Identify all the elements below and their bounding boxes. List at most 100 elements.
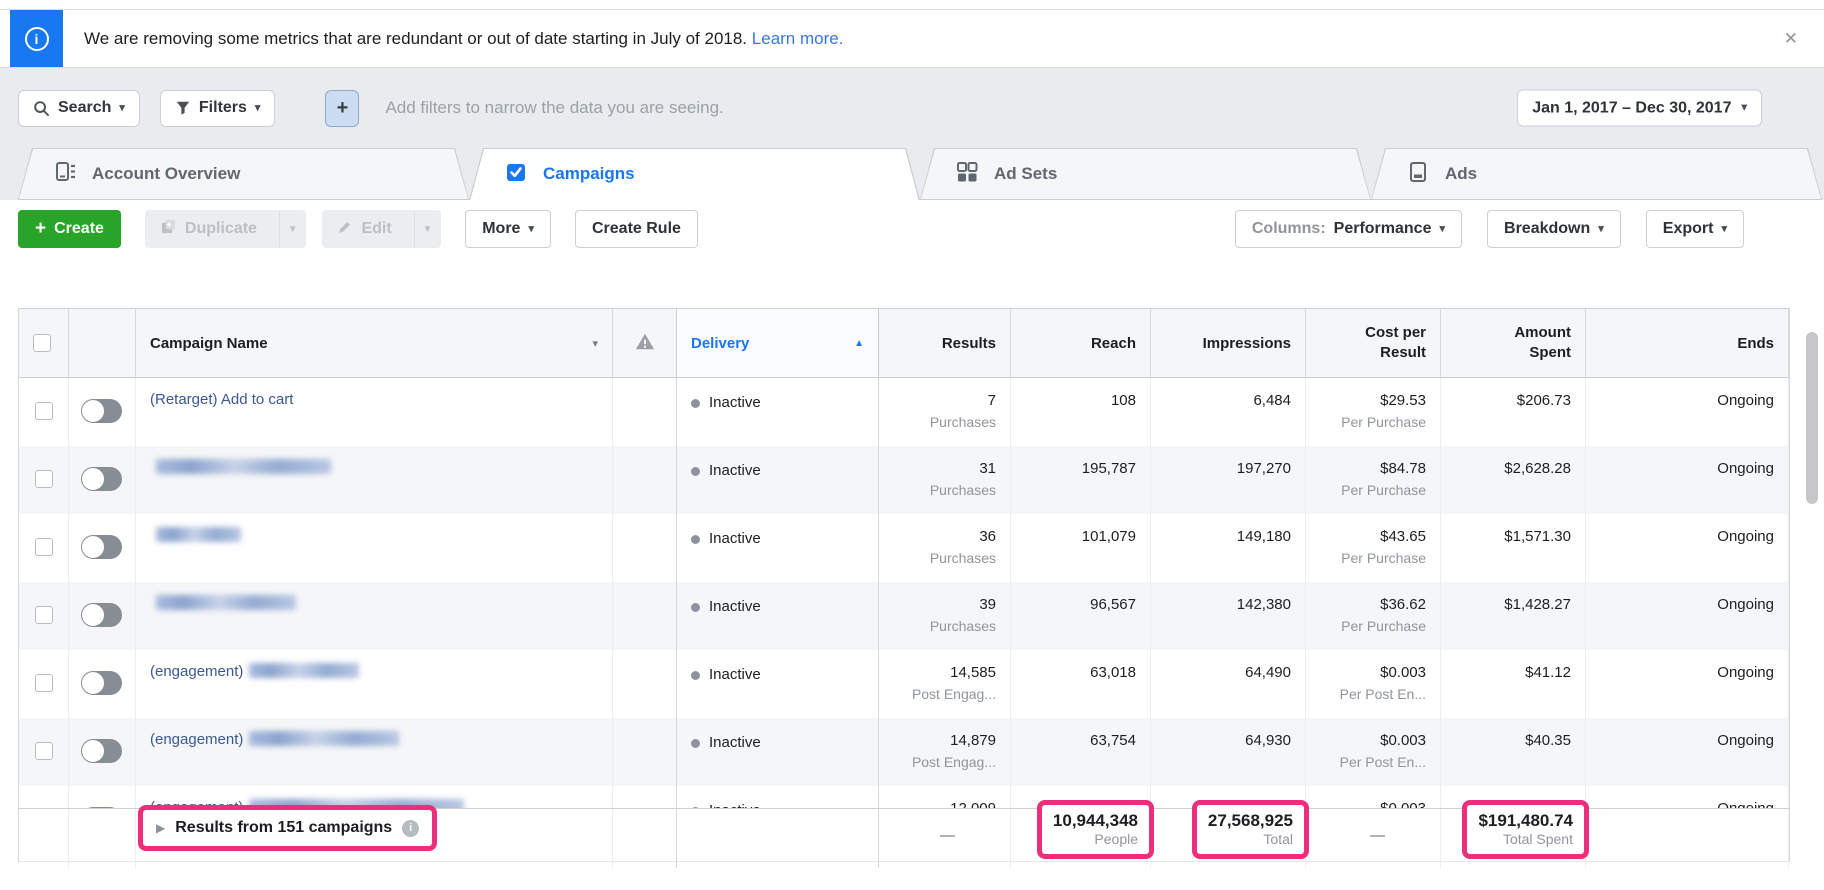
- filters-button[interactable]: Filters ▾: [160, 90, 276, 127]
- row-warn-cell: [613, 378, 677, 446]
- edit-button[interactable]: Edit ▾: [322, 210, 441, 248]
- summary-spent-highlight: $191,480.74 Total Spent: [1462, 800, 1589, 859]
- campaign-name-link[interactable]: (Retarget) Add to cart: [150, 391, 293, 408]
- impressions-cell: 149,180: [1151, 514, 1306, 582]
- campaign-name-link[interactable]: (engagement): [150, 731, 399, 748]
- campaign-toggle[interactable]: [81, 467, 122, 491]
- row-check-cell: [19, 378, 69, 446]
- sort-ascending-icon: ▲: [854, 338, 864, 349]
- add-filter-button[interactable]: +: [325, 90, 359, 127]
- columns-value: Performance: [1334, 220, 1432, 238]
- summary-label-cell: ▶ Results from 151 campaigns i: [136, 809, 613, 868]
- expand-arrow-icon[interactable]: ▶: [156, 821, 165, 835]
- tab-label: Campaigns: [543, 164, 635, 184]
- cost-per-result-cell: $36.62Per Purchase: [1306, 582, 1441, 650]
- columns-button[interactable]: Columns: Performance ▾: [1235, 210, 1462, 248]
- learn-more-link[interactable]: Learn more.: [752, 29, 844, 48]
- column-header-campaign-name[interactable]: Campaign Name ▾: [136, 309, 613, 377]
- status-dot-icon: [691, 671, 700, 680]
- column-header-results[interactable]: Results: [879, 309, 1011, 377]
- tab-ad-sets[interactable]: Ad Sets: [920, 148, 1371, 200]
- create-label: Create: [54, 220, 104, 238]
- cost-per-result-cell: $0.003Per Post En...: [1306, 718, 1441, 786]
- info-icon: i: [25, 27, 49, 51]
- summary-delivery-cell: [676, 809, 879, 868]
- column-header-reach[interactable]: Reach: [1011, 309, 1151, 377]
- row-checkbox[interactable]: [35, 538, 53, 556]
- close-icon[interactable]: ✕: [1784, 29, 1798, 49]
- delivery-cell: Inactive: [676, 514, 879, 582]
- plus-icon: +: [35, 218, 46, 240]
- reach-cell: 108: [1011, 378, 1151, 446]
- column-header-amount-spent[interactable]: Amount Spent: [1441, 309, 1586, 377]
- more-button[interactable]: More ▾: [465, 210, 551, 248]
- amount-spent-cell: $206.73: [1441, 378, 1586, 446]
- campaign-toggle[interactable]: [81, 399, 122, 423]
- export-button[interactable]: Export ▾: [1646, 210, 1744, 248]
- campaign-name-link[interactable]: (engagement): [150, 663, 359, 680]
- campaign-toggle[interactable]: [81, 535, 122, 559]
- column-header-cost-per-result[interactable]: Cost per Result: [1306, 309, 1441, 377]
- breakdown-button[interactable]: Breakdown ▾: [1487, 210, 1621, 248]
- campaign-name-cell: [136, 582, 613, 650]
- row-warn-cell: [613, 446, 677, 514]
- campaign-name-header-label: Campaign Name: [150, 335, 268, 352]
- search-button[interactable]: Search ▾: [18, 90, 140, 127]
- row-check-cell: [19, 582, 69, 650]
- create-button[interactable]: + Create: [18, 210, 121, 248]
- campaign-toggle[interactable]: [81, 671, 122, 695]
- date-range-button[interactable]: Jan 1, 2017 – Dec 30, 2017 ▾: [1517, 90, 1762, 127]
- status-dot-icon: [691, 399, 700, 408]
- vertical-scrollbar[interactable]: [1806, 332, 1818, 504]
- tab-ads[interactable]: Ads: [1371, 148, 1822, 200]
- edit-pencil-icon: [337, 219, 353, 240]
- row-checkbox[interactable]: [35, 606, 53, 624]
- results-cell: 39Purchases: [879, 582, 1011, 650]
- row-warn-cell: [613, 582, 677, 650]
- info-icon[interactable]: i: [402, 820, 419, 837]
- chevron-down-icon[interactable]: ▾: [592, 337, 598, 350]
- duplicate-caret[interactable]: ▾: [279, 211, 306, 247]
- column-header-ends[interactable]: Ends: [1586, 309, 1789, 377]
- row-checkbox[interactable]: [35, 674, 53, 692]
- campaigns-table: Campaign Name ▾ Delivery ▲ Results Reach…: [18, 308, 1790, 862]
- tab-account-overview[interactable]: Account Overview: [18, 148, 469, 200]
- edit-caret[interactable]: ▾: [414, 211, 441, 247]
- campaign-name-link[interactable]: [150, 459, 331, 476]
- campaign-toggle[interactable]: [81, 603, 122, 627]
- summary-spent-value: $191,480.74: [1478, 810, 1573, 831]
- row-checkbox[interactable]: [35, 742, 53, 760]
- summary-reach-sub: People: [1094, 831, 1138, 848]
- results-cell: 36Purchases: [879, 514, 1011, 582]
- select-all-checkbox[interactable]: [33, 334, 51, 352]
- campaign-name-cell: [136, 514, 613, 582]
- column-header-errors[interactable]: [613, 309, 677, 377]
- reach-cell: 195,787: [1011, 446, 1151, 514]
- results-cell: 7Purchases: [879, 378, 1011, 446]
- row-checkbox[interactable]: [35, 402, 53, 420]
- chevron-down-icon: ▾: [1439, 224, 1445, 235]
- campaign-name-link[interactable]: [150, 595, 296, 612]
- results-cell: 14,585Post Engag...: [879, 650, 1011, 718]
- results-cell: 12,009: [879, 786, 1011, 808]
- row-checkbox[interactable]: [35, 470, 53, 488]
- amount-spent-cell: $41.12: [1441, 650, 1586, 718]
- date-range-label: Jan 1, 2017 – Dec 30, 2017: [1532, 99, 1731, 117]
- column-header-delivery[interactable]: Delivery ▲: [676, 309, 879, 377]
- cost-per-result-cell: $0.003: [1306, 786, 1441, 808]
- toggle-knob: [82, 400, 104, 422]
- duplicate-button[interactable]: Duplicate ▾: [145, 210, 307, 248]
- column-header-impressions[interactable]: Impressions: [1151, 309, 1306, 377]
- table-header: Campaign Name ▾ Delivery ▲ Results Reach…: [19, 308, 1789, 378]
- row-warn-cell: [613, 786, 677, 808]
- create-rule-label: Create Rule: [592, 220, 681, 238]
- search-label: Search: [58, 99, 111, 117]
- chevron-down-icon: ▾: [1741, 103, 1747, 114]
- top-strip: [0, 0, 1824, 9]
- create-rule-button[interactable]: Create Rule: [575, 210, 698, 248]
- tab-campaigns[interactable]: Campaigns: [469, 148, 920, 200]
- row-toggle-cell: [69, 514, 136, 582]
- campaign-toggle[interactable]: [81, 739, 122, 763]
- campaign-name-link[interactable]: [150, 527, 241, 544]
- redacted-name: [156, 459, 331, 474]
